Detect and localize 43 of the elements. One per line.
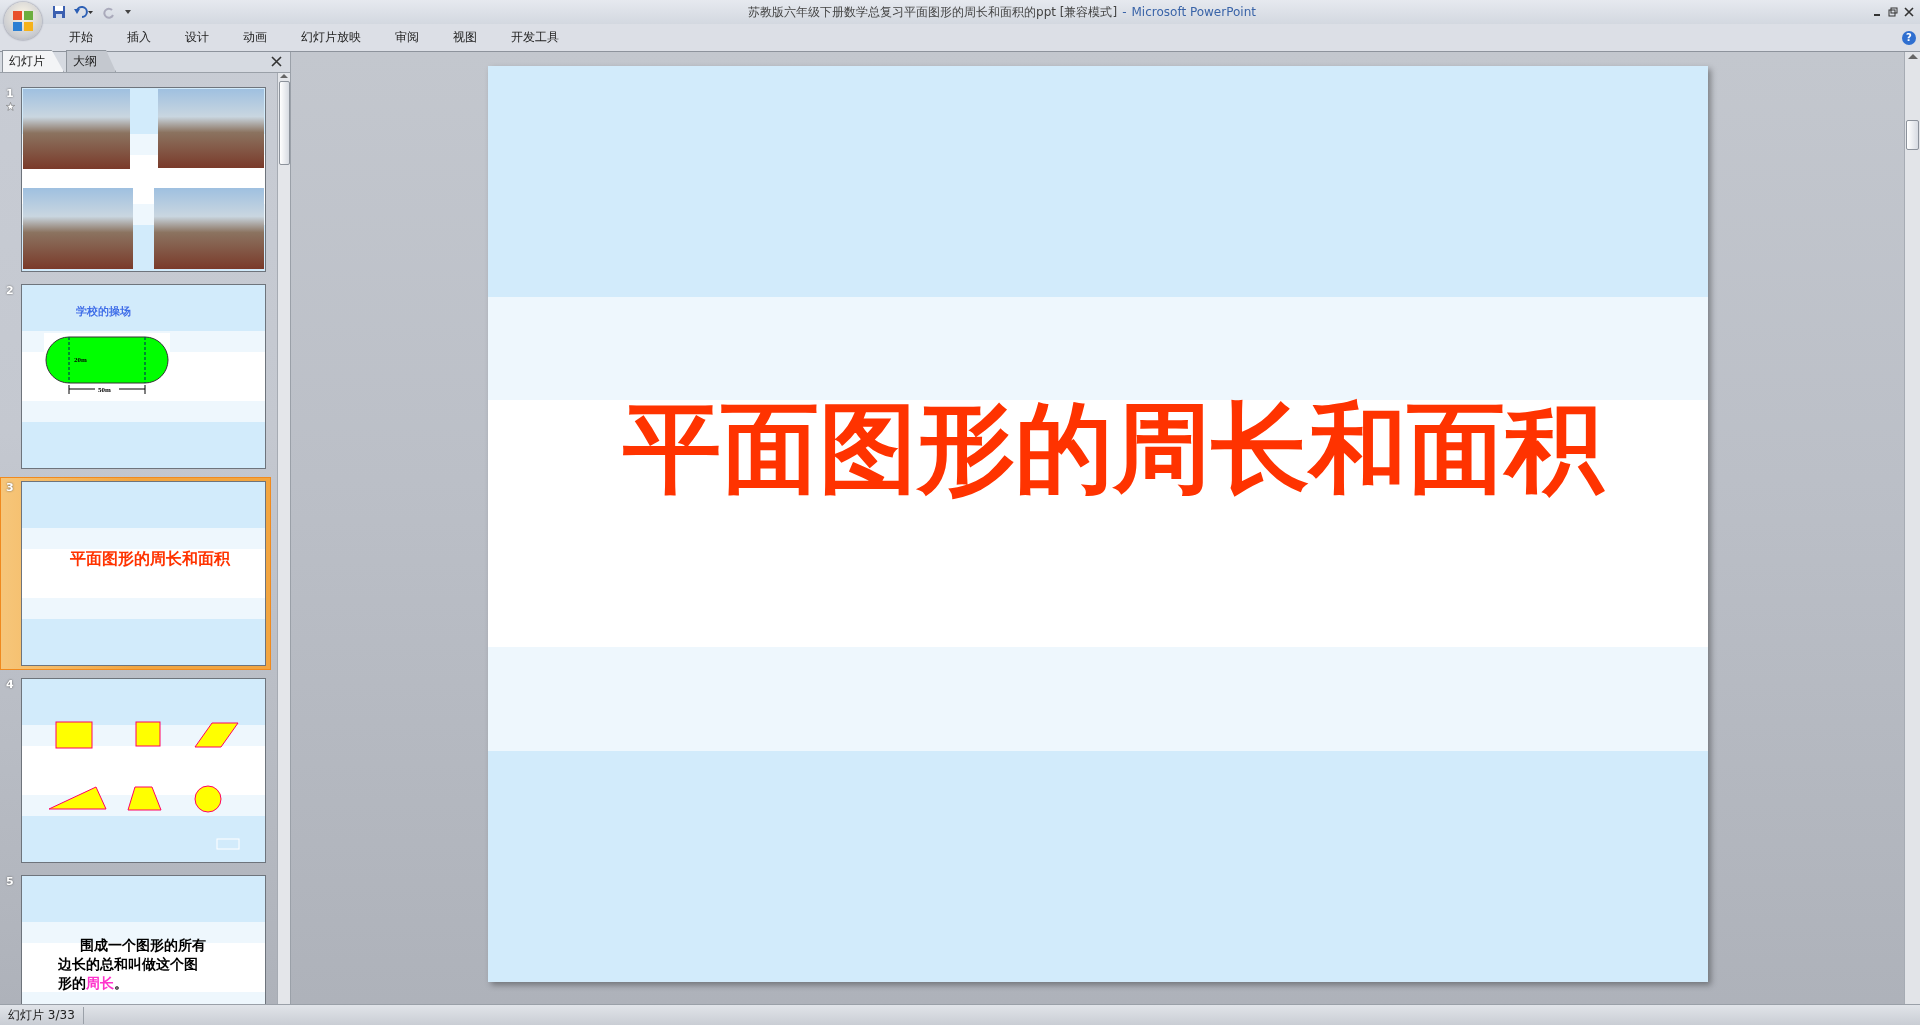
- ribbon-tab[interactable]: 设计: [168, 29, 226, 46]
- ribbon-tab[interactable]: 幻灯片放映: [284, 29, 378, 46]
- help-button[interactable]: ?: [1902, 30, 1916, 45]
- slide-number: 4: [6, 678, 14, 691]
- ribbon-tab[interactable]: 插入: [110, 29, 168, 46]
- scrollbar-thumb[interactable]: [278, 81, 290, 165]
- triangle-shape: [48, 786, 107, 810]
- rectangle-shape: [55, 721, 93, 749]
- office-button[interactable]: [4, 2, 42, 40]
- circle-shape: [194, 785, 222, 813]
- slide-thumbnail-row[interactable]: 5 围成一个图形的所有边长的总和叫做这个图形的周长。: [0, 871, 271, 1004]
- customize-caret-icon[interactable]: [124, 8, 132, 16]
- parallelogram-shape: [194, 722, 239, 748]
- slide-thumbnail[interactable]: 平面图形的周长和面积: [21, 481, 266, 666]
- definition-text: 围成一个图形的所有边长的总和叫做这个图形的周长。: [58, 936, 207, 993]
- window-title: 苏教版六年级下册数学总复习平面图形的周长和面积的ppt [兼容模式] - Microsoft PowerPoint: [747, 3, 1257, 21]
- slide-number: 5: [6, 875, 14, 888]
- ribbon-tab[interactable]: 视图: [436, 29, 494, 46]
- slide-thumbnail[interactable]: 围成一个图形的所有边长的总和叫做这个图形的周长。: [21, 875, 266, 1004]
- square-shape: [135, 721, 161, 747]
- slide-number: 2: [6, 284, 14, 297]
- slide-title[interactable]: 平面图形的周长和面积: [487, 384, 1708, 516]
- slide-number: 3: [6, 481, 14, 494]
- slide-heading: 学校的操场: [76, 304, 131, 319]
- restore-icon[interactable]: [1888, 7, 1898, 17]
- slide-title: 平面图形的周长和面积: [68, 549, 231, 570]
- ribbon-tab[interactable]: 审阅: [378, 29, 436, 46]
- ribbon-tab[interactable]: 开始: [52, 29, 110, 46]
- undo-icon[interactable]: [74, 5, 94, 19]
- close-icon[interactable]: [271, 56, 282, 67]
- slide-thumbnail-row[interactable]: 3 平面图形的周长和面积: [0, 477, 271, 670]
- scrollbar-thumb[interactable]: [1906, 120, 1919, 150]
- empty-rectangle: [216, 838, 240, 850]
- panel-tab[interactable]: 大纲: [66, 50, 116, 72]
- ribbon-tab[interactable]: 动画: [226, 29, 284, 46]
- ribbon-tab[interactable]: 开发工具: [494, 29, 576, 46]
- office-logo-icon: [12, 10, 34, 32]
- trapezoid-shape: [127, 786, 162, 811]
- panel-tab[interactable]: 幻灯片: [2, 50, 64, 72]
- close-icon[interactable]: [1904, 7, 1914, 17]
- slide-counter: 幻灯片 3/33: [0, 1006, 84, 1024]
- save-icon[interactable]: [52, 5, 66, 19]
- slide-number: 1: [6, 87, 14, 100]
